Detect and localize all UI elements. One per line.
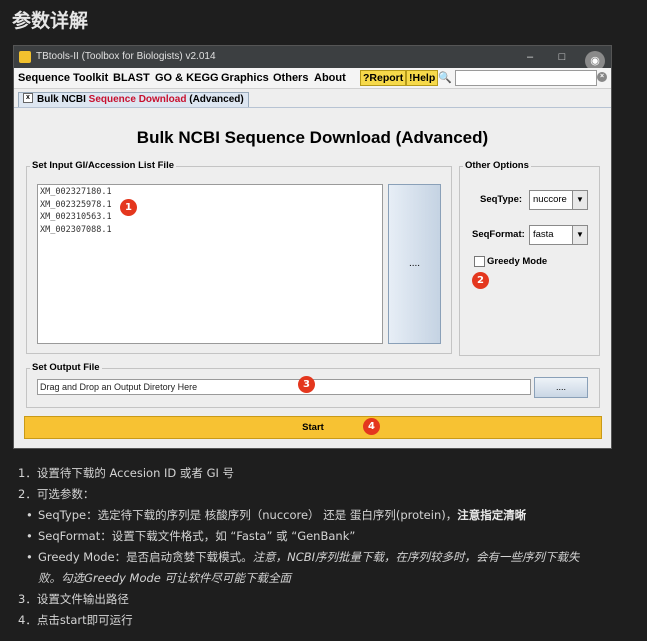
tab-divider — [14, 107, 611, 108]
menu-graphics[interactable]: Graphics — [221, 72, 269, 84]
minimize-button[interactable]: – — [522, 49, 538, 65]
report-button[interactable]: ?Report — [360, 70, 407, 86]
output-browse-button[interactable]: .... — [534, 377, 588, 398]
accession-line: XM_002310563.1 — [40, 212, 112, 222]
greedy-mode-label: Greedy Mode — [487, 256, 548, 267]
seqtype-select[interactable]: nuccore ▼ — [529, 190, 588, 210]
option-seqtype-emphasis: 注意指定清晰 — [457, 508, 527, 522]
input-browse-button[interactable]: .... — [388, 184, 441, 344]
section-heading: 参数详解 — [12, 10, 89, 32]
bullet: • — [26, 529, 33, 543]
start-button[interactable]: Start — [24, 416, 602, 439]
page-title: Bulk NCBI Sequence Download (Advanced) — [136, 128, 489, 147]
annotation-badge-3: 3 — [298, 376, 315, 393]
app-icon — [19, 51, 31, 63]
step-3: 3．设置文件输出路径 — [18, 592, 129, 606]
search-input[interactable] — [455, 70, 597, 86]
tab-label-highlight: Sequence Download — [88, 94, 187, 105]
accession-line: XM_002307088.1 — [40, 224, 112, 235]
accession-list-textarea[interactable]: XM_002327180.1 XM_002325978.1 XM_0023105… — [37, 184, 383, 344]
menu-sequence-toolkit[interactable]: Sequence Toolkit — [18, 72, 108, 84]
annotation-badge-1: 1 — [120, 199, 137, 216]
tab-label-suffix: (Advanced) — [186, 94, 244, 105]
title-bar: TBtools-II (Toolbox for Biologists) v2.0… — [14, 46, 611, 68]
seqformat-value: fasta — [533, 229, 554, 240]
step-2: 2．可选参数： — [18, 487, 95, 501]
chevron-down-icon[interactable]: ▼ — [572, 191, 587, 209]
step-1: 1．设置待下载的 Accesion ID 或者 GI 号 — [18, 466, 235, 480]
tab-bulk-ncbi-download[interactable]: x Bulk NCBI Sequence Download (Advanced) — [18, 92, 249, 108]
option-seqtype: • SeqType：选定待下载的序列是 核酸序列（nuccore） 还是 蛋白序列… — [18, 505, 633, 526]
option-greedy-note-cont: 败。勾选Greedy Mode 可让软件尽可能下载全面 — [38, 571, 292, 585]
output-group-label: Set Output File — [30, 362, 102, 373]
tbtools-window: TBtools-II (Toolbox for Biologists) v2.0… — [13, 45, 612, 449]
tab-label-prefix: Bulk NCBI — [37, 94, 89, 105]
output-path-field[interactable]: Drag and Drop an Output Diretory Here — [37, 379, 531, 395]
menu-go-kegg[interactable]: GO & KEGG — [155, 72, 219, 84]
annotation-badge-4: 4 — [363, 418, 380, 435]
maximize-button[interactable]: □ — [554, 49, 570, 65]
option-greedy-text: Greedy Mode：是否启动贪婪下载模式。 — [38, 550, 253, 564]
accession-line: XM_002327180.1 — [40, 187, 112, 197]
window-title: TBtools-II (Toolbox for Biologists) v2.0… — [36, 51, 216, 62]
seqformat-label: SeqFormat: — [472, 229, 525, 240]
option-seqformat: • SeqFormat：设置下载文件格式，如 “Fasta” 或 “GenBank… — [18, 526, 633, 547]
option-seqformat-text: SeqFormat：设置下载文件格式，如 “Fasta” 或 “GenBank” — [38, 529, 356, 543]
seqtype-label: SeqType: — [480, 194, 523, 205]
greedy-mode-checkbox[interactable] — [474, 256, 485, 267]
input-group-label: Set Input GI/Accession List File — [30, 160, 176, 171]
bullet: • — [26, 508, 33, 522]
seqformat-select[interactable]: fasta ▼ — [529, 225, 588, 245]
menu-blast[interactable]: BLAST — [113, 72, 150, 84]
annotation-badge-2: 2 — [472, 272, 489, 289]
menu-bar: Sequence Toolkit BLAST GO & KEGG Graphic… — [14, 68, 611, 89]
option-seqtype-text: SeqType：选定待下载的序列是 核酸序列（nuccore） 还是 蛋白序列(… — [38, 508, 458, 522]
options-group-label: Other Options — [463, 160, 531, 171]
accession-line: XM_002325978.1 — [40, 199, 112, 210]
search-icon[interactable]: 🔍 — [438, 71, 452, 84]
seqtype-value: nuccore — [533, 194, 567, 205]
option-greedy-note: 注意，NCBI序列批量下载，在序列较多时，会有一些序列下载失 — [252, 550, 580, 564]
clear-search-icon[interactable]: × — [597, 72, 607, 82]
option-greedy: • Greedy Mode：是否启动贪婪下载模式。注意，NCBI序列批量下载，在序… — [18, 547, 633, 568]
chevron-down-icon[interactable]: ▼ — [572, 226, 587, 244]
help-button[interactable]: !Help — [406, 70, 439, 86]
tab-close-icon[interactable]: x — [23, 93, 33, 104]
step-4: 4．点击start即可运行 — [18, 613, 133, 627]
menu-about[interactable]: About — [314, 72, 346, 84]
instructions: 1．设置待下载的 Accesion ID 或者 GI 号 2．可选参数： • Se… — [18, 463, 633, 631]
bullet: • — [26, 550, 33, 564]
menu-others[interactable]: Others — [273, 72, 308, 84]
